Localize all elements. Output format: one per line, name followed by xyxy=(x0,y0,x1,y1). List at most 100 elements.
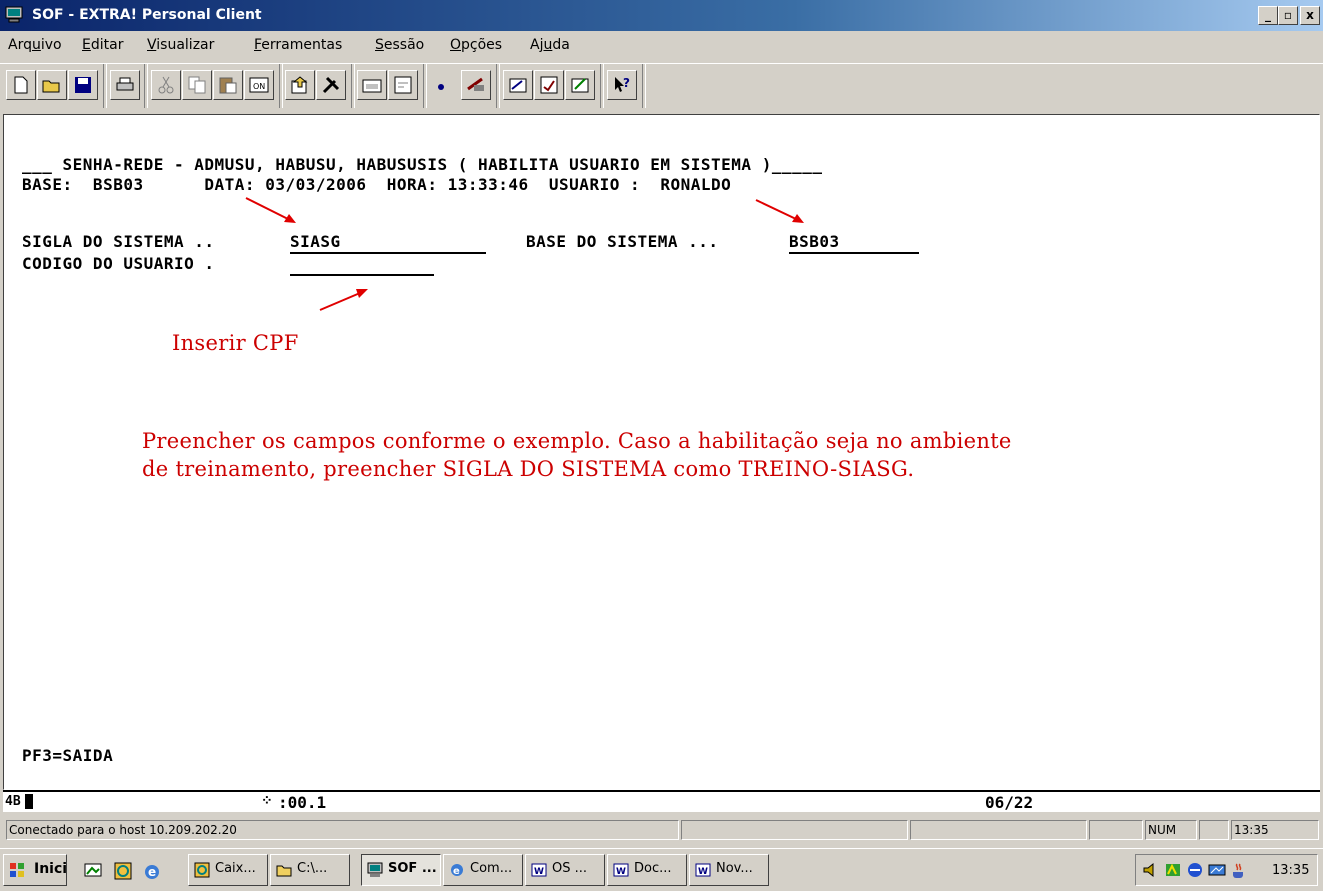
menu-label: ivo xyxy=(40,37,62,53)
preferences-icon xyxy=(394,76,412,94)
toolbar-separator xyxy=(103,64,107,108)
upload-button[interactable] xyxy=(285,70,315,100)
edit-macro-icon xyxy=(509,78,527,93)
macro-button[interactable] xyxy=(461,70,491,100)
open-button[interactable] xyxy=(37,70,67,100)
cursor-block xyxy=(25,794,33,809)
task-label: C:\... xyxy=(297,861,328,876)
menu-opcoes[interactable]: Opções xyxy=(450,37,502,53)
start-label: Iniciar xyxy=(34,861,67,877)
app-window: SOF - EXTRA! Personal Client _ ▫ x Arqui… xyxy=(0,0,1323,890)
macro-icon xyxy=(467,77,484,91)
connection-status: Conectado para o host 10.209.202.20 xyxy=(6,820,679,840)
menu-label: Arq xyxy=(8,37,32,53)
svg-text:e: e xyxy=(453,866,460,877)
ie-quick-icon[interactable]: e xyxy=(142,861,162,881)
status-panel-empty xyxy=(910,820,1087,840)
open-icon xyxy=(42,80,60,93)
tools-icon xyxy=(322,76,340,94)
task-label: Caix... xyxy=(215,861,256,876)
menu-sessao[interactable]: Sessão xyxy=(375,37,424,53)
word-icon: W xyxy=(613,863,629,877)
settings-button[interactable] xyxy=(534,70,564,100)
print-icon xyxy=(116,77,134,91)
quickpad-icon xyxy=(571,78,589,93)
taskbar: Iniciar e Caix... C:\... SOF ... e Com..… xyxy=(0,848,1323,891)
task-label: SOF ... xyxy=(388,861,437,876)
terminal-icon xyxy=(367,862,383,877)
session-time: 13:35 xyxy=(1231,820,1319,840)
cut-button[interactable] xyxy=(151,70,181,100)
menu-ferramentas[interactable]: Ferramentas xyxy=(254,37,342,53)
browser-icon: e xyxy=(451,864,463,877)
menu-arquivo[interactable]: Arquivo xyxy=(8,37,62,53)
toolbar-separator xyxy=(279,64,283,108)
display-icon[interactable] xyxy=(1208,862,1226,878)
network-icon[interactable] xyxy=(1164,862,1182,878)
antivirus-icon[interactable] xyxy=(1186,862,1204,878)
print-button[interactable] xyxy=(110,70,140,100)
outlook-quick-icon[interactable] xyxy=(113,861,133,881)
copy-icon xyxy=(188,76,206,94)
menu-label: erramentas xyxy=(261,37,343,53)
toolbar: ON ? xyxy=(0,63,1323,114)
help-button[interactable]: ? xyxy=(607,70,637,100)
java-icon[interactable] xyxy=(1230,862,1248,878)
help-icon: ? xyxy=(615,76,630,92)
task-button[interactable]: C:\... xyxy=(270,854,350,886)
task-button-active[interactable]: SOF ... xyxy=(361,854,441,886)
task-label: Doc... xyxy=(634,861,672,876)
task-label: Com... xyxy=(470,861,513,876)
minimize-button[interactable]: _ xyxy=(1258,6,1278,25)
paste-button[interactable] xyxy=(213,70,243,100)
close-button[interactable]: x xyxy=(1300,6,1320,25)
tools-button[interactable] xyxy=(316,70,346,100)
toolbar-separator xyxy=(144,64,148,108)
cpf-hint: Inserir CPF xyxy=(172,331,299,355)
volume-icon[interactable] xyxy=(1142,862,1160,878)
menu-bar: Arquivo Editar Visualizar Ferramentas Se… xyxy=(0,31,1323,61)
desktop-icon[interactable] xyxy=(83,861,103,881)
menu-ajuda[interactable]: Ajuda xyxy=(530,37,570,53)
task-button[interactable]: e Com... xyxy=(443,854,523,886)
taskbar-clock: 13:35 xyxy=(1272,863,1310,878)
task-label: Nov... xyxy=(716,861,753,876)
task-button[interactable]: W OS ... xyxy=(525,854,605,886)
preferences-button[interactable] xyxy=(388,70,418,100)
status-panel-empty xyxy=(1089,820,1143,840)
new-button[interactable] xyxy=(6,70,36,100)
title-bar[interactable]: SOF - EXTRA! Personal Client _ ▫ x xyxy=(0,0,1323,31)
restore-button[interactable]: ▫ xyxy=(1278,6,1298,25)
menu-label: essão xyxy=(383,37,425,53)
edit-macro-button[interactable] xyxy=(503,70,533,100)
settings-icon xyxy=(540,76,558,94)
record-button[interactable] xyxy=(430,70,460,100)
paste-icon xyxy=(219,77,237,94)
keyboard-button[interactable] xyxy=(357,70,387,100)
word-icon: W xyxy=(695,863,711,877)
menu-editar[interactable]: Editar xyxy=(82,37,123,53)
record-icon xyxy=(438,84,444,90)
svg-text:W: W xyxy=(534,867,544,877)
terminal-screen[interactable]: ___ SENHA-REDE - ADMUSU, HABUSU, HABUSUS… xyxy=(3,114,1320,790)
status-bar: Conectado para o host 10.209.202.20 NUM … xyxy=(0,814,1323,850)
toolbar-separator xyxy=(600,64,604,108)
oia-mode: 4B xyxy=(5,794,21,809)
transfer-button[interactable]: ON xyxy=(244,70,274,100)
task-button[interactable]: Caix... xyxy=(188,854,268,886)
task-button[interactable]: W Doc... xyxy=(607,854,687,886)
menu-visualizar[interactable]: Visualizar xyxy=(147,37,214,53)
quickpad-button[interactable] xyxy=(565,70,595,100)
system-tray: 13:35 xyxy=(1135,854,1318,886)
toolbar-separator xyxy=(496,64,500,108)
num-lock-indicator: NUM xyxy=(1145,820,1197,840)
copy-button[interactable] xyxy=(182,70,212,100)
menu-label: Aj xyxy=(530,37,544,53)
start-button[interactable]: Iniciar xyxy=(3,854,67,886)
svg-text:ON: ON xyxy=(253,82,265,91)
oia-timer: :00.1 xyxy=(278,793,327,812)
save-button[interactable] xyxy=(68,70,98,100)
task-button[interactable]: W Nov... xyxy=(689,854,769,886)
menu-accel: E xyxy=(82,37,91,53)
menu-label: isualizar xyxy=(156,37,215,53)
